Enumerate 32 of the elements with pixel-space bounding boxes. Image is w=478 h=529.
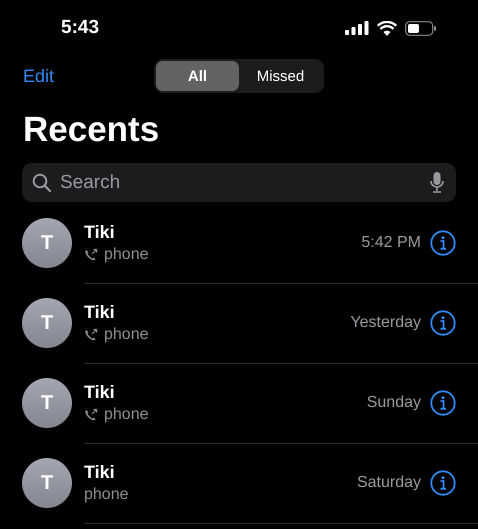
search-icon: [32, 172, 52, 192]
microphone-icon[interactable]: [430, 172, 444, 193]
edit-link[interactable]: Edit: [23, 66, 54, 86]
call-type: phone: [84, 486, 128, 504]
info-icon[interactable]: [430, 230, 456, 256]
call-type: phone: [104, 406, 148, 424]
call-time: Sunday: [366, 394, 421, 412]
call-time: Yesterday: [350, 314, 421, 332]
info-icon[interactable]: [430, 310, 456, 336]
wifi-icon: [377, 20, 397, 36]
contact-name: Tiki: [84, 222, 116, 242]
segment-tab[interactable]: All: [156, 61, 239, 91]
segment-tab[interactable]: Missed: [239, 61, 322, 91]
call-type: phone: [104, 246, 148, 264]
page-title: Recents: [23, 110, 160, 150]
info-icon[interactable]: [430, 390, 456, 416]
signal-icon: [345, 21, 369, 35]
call-time: Saturday: [356, 474, 421, 492]
search-field[interactable]: Search: [22, 163, 456, 202]
battery-icon: [405, 20, 436, 36]
contact-avatar: T: [22, 378, 72, 428]
contact-avatar: T: [22, 218, 72, 268]
search-input[interactable]: Search: [58, 170, 424, 194]
contact-name: Tiki: [84, 462, 116, 482]
call-type: phone: [104, 326, 148, 344]
call-time: 5:42 PM: [361, 234, 421, 252]
status-time: 5:43: [61, 17, 100, 39]
contact-avatar: T: [22, 298, 72, 348]
contact-name: Tiki: [84, 382, 116, 402]
contact-avatar: T: [22, 458, 72, 508]
info-icon[interactable]: [430, 470, 456, 496]
contact-name: Tiki: [84, 302, 116, 322]
